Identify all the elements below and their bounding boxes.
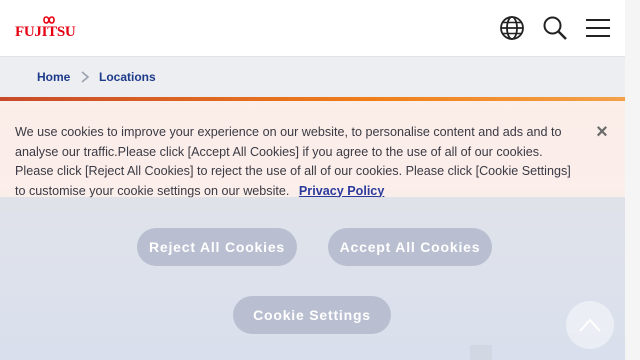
breadcrumb: Home Locations xyxy=(0,57,625,97)
accept-all-cookies-button[interactable]: Accept All Cookies xyxy=(328,228,492,266)
cookie-settings-button[interactable]: Cookie Settings xyxy=(233,296,391,334)
cookie-message-text: We use cookies to improve your experienc… xyxy=(15,125,571,198)
fujitsu-logo[interactable]: FUJITSU xyxy=(15,14,76,42)
site-header: FUJITSU xyxy=(0,0,625,57)
search-icon[interactable] xyxy=(542,15,568,41)
reject-all-cookies-button[interactable]: Reject All Cookies xyxy=(137,228,297,266)
logo-wordmark: FUJITSU xyxy=(15,24,76,40)
cookie-banner: We use cookies to improve your experienc… xyxy=(0,101,625,198)
chevron-right-icon xyxy=(81,71,90,83)
breadcrumb-current[interactable]: Locations xyxy=(99,70,156,84)
cookie-button-area xyxy=(0,197,625,360)
scrollbar[interactable] xyxy=(625,0,640,360)
chevron-up-icon xyxy=(579,318,601,332)
close-icon[interactable]: × xyxy=(594,122,610,142)
breadcrumb-home-link[interactable]: Home xyxy=(37,70,70,84)
privacy-policy-link[interactable]: Privacy Policy xyxy=(299,184,384,198)
scroll-to-top-button[interactable] xyxy=(566,301,614,349)
globe-icon[interactable] xyxy=(499,15,525,41)
cookie-message: We use cookies to improve your experienc… xyxy=(15,123,575,201)
menu-icon[interactable] xyxy=(585,15,611,41)
